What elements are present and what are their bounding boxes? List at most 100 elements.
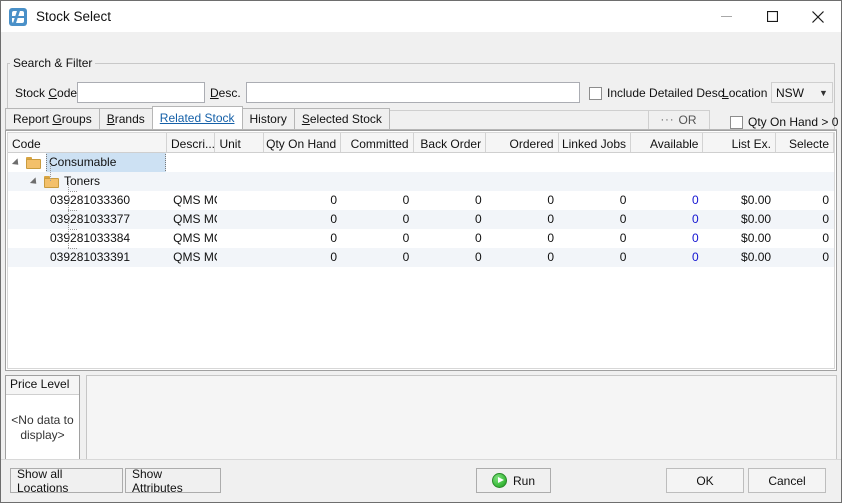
tab-related-stock[interactable]: Related Stock — [151, 106, 243, 129]
cell-empty — [414, 153, 486, 172]
grid-column-header[interactable]: Back Order — [413, 133, 487, 152]
tab-history[interactable]: History — [241, 108, 295, 129]
grid-body: Consumable Toners 039281033360 QMS MC3 UNIT… — [8, 153, 834, 267]
expander-icon[interactable] — [14, 158, 23, 167]
detail-pane — [86, 375, 837, 462]
cell-empty — [704, 172, 776, 191]
item-code: 039281033384 — [50, 231, 131, 245]
grid-column-header[interactable]: Code — [8, 133, 168, 152]
table-row[interactable]: 039281033360 QMS MC3 UNIT 0 0 0 0 0 0 $0.00 0 — [8, 191, 834, 210]
cell-back-order: 0 — [475, 231, 482, 245]
table-row[interactable]: Consumable — [8, 153, 834, 172]
title-bar: Stock Select — [1, 1, 841, 32]
table-row[interactable]: 039281033391 QMS MC3 UNIT 0 0 0 0 0 0 $0.00 0 — [8, 248, 834, 267]
cell-ordered: 0 — [547, 212, 555, 226]
show-attributes-button[interactable]: Show Attributes — [125, 467, 221, 495]
grid-column-header[interactable]: Linked Jobs — [558, 133, 632, 152]
cell-empty — [776, 172, 834, 191]
window-title: Stock Select — [36, 9, 112, 24]
cell-empty — [215, 153, 263, 172]
grid-column-header[interactable]: Committed — [341, 133, 414, 152]
cell-unit — [217, 248, 265, 267]
cell-empty — [342, 172, 414, 191]
cell-description: QMS MC3 UNIT — [173, 231, 216, 245]
grid-column-header[interactable]: Available — [631, 133, 704, 152]
location-select[interactable]: NSW ▼ — [771, 82, 833, 103]
window-controls — [703, 1, 841, 32]
desc-input[interactable] — [246, 82, 580, 103]
cell-empty — [414, 172, 486, 191]
cell-description: QMS MC3 UNIT — [173, 193, 216, 207]
cell-linked-jobs: 0 — [619, 212, 627, 226]
cell-empty — [264, 172, 341, 191]
expander-icon[interactable] — [32, 177, 41, 186]
tab-brands[interactable]: Brands — [98, 108, 153, 129]
tab-label: History — [249, 112, 287, 126]
cell-qty-on-hand: 0 — [330, 193, 338, 207]
tab-selected-stock[interactable]: Selected Stock — [293, 108, 390, 129]
cell-unit — [217, 191, 265, 210]
cell-list-ex: $0.00 — [741, 231, 772, 245]
cell-code: Consumable — [8, 153, 167, 172]
grid-column-header[interactable]: Ordered — [486, 133, 559, 152]
maximize-icon[interactable] — [749, 1, 795, 32]
cell-selected: 0 — [822, 193, 830, 207]
group-label: Consumable — [46, 153, 167, 172]
cell-empty — [631, 172, 703, 191]
tree-connector — [68, 248, 77, 249]
price-level-header: Price Level — [6, 376, 79, 395]
grid-column-header[interactable]: Selecte — [775, 133, 834, 152]
cell-empty — [168, 172, 216, 191]
cell-linked-jobs: 0 — [619, 250, 627, 264]
include-detailed-desc-checkbox[interactable]: Include Detailed Desc — [589, 86, 724, 100]
desc-label: Desc. — [210, 86, 241, 100]
stock-code-input[interactable] — [77, 82, 205, 103]
table-row[interactable]: Toners — [8, 172, 834, 191]
cell-linked-jobs: 0 — [619, 193, 627, 207]
tab-report-groups[interactable]: Report Groups — [5, 108, 100, 129]
cell-back-order: 0 — [475, 193, 482, 207]
grid-column-header[interactable]: Descri... — [167, 133, 216, 152]
grid-column-header[interactable]: Unit — [215, 133, 264, 152]
table-row[interactable]: 039281033377 QMS MC3 UNIT 0 0 0 0 0 0 $0.00 0 — [8, 210, 834, 229]
cell-description: QMS MC3 UNIT — [173, 212, 216, 226]
location-value: NSW — [776, 85, 804, 100]
cell-empty — [264, 153, 341, 172]
cell-committed: 0 — [402, 193, 410, 207]
cell-back-order: 0 — [475, 250, 482, 264]
cell-ordered: 0 — [547, 231, 555, 245]
grid-column-header[interactable]: List Ex. — [703, 133, 776, 152]
cell-list-ex: $0.00 — [741, 250, 772, 264]
cell-list-ex: $0.00 — [741, 212, 772, 226]
search-and-filter-panel: Search & Filter Stock Code Desc. Include… — [1, 32, 841, 137]
grid-column-header[interactable]: Qty On Hand — [263, 133, 342, 152]
price-level-grid[interactable]: Price Level <No data to display> — [5, 375, 80, 462]
cell-selected: 0 — [822, 231, 830, 245]
minimize-icon[interactable] — [703, 1, 749, 32]
related-stock-grid[interactable]: Code Descri... Unit Qty On Hand Committed Bac… — [5, 130, 837, 371]
cell-unit — [217, 229, 265, 248]
close-icon[interactable] — [795, 1, 841, 32]
folder-icon — [26, 156, 41, 169]
cell-available: 0 — [692, 250, 699, 264]
price-level-empty-text: <No data to display> — [11, 413, 74, 442]
search-group-legend: Search & Filter — [10, 56, 96, 70]
cell-empty — [216, 172, 264, 191]
ok-button[interactable]: OK — [666, 468, 744, 493]
table-row[interactable]: 039281033384 QMS MC3 UNIT 0 0 0 0 0 0 $0.00 0 — [8, 229, 834, 248]
cell-available: 0 — [692, 193, 699, 207]
cell-qty-on-hand: 0 — [330, 231, 338, 245]
run-button[interactable]: Run — [476, 468, 551, 493]
tree-connector — [50, 162, 51, 181]
cell-selected: 0 — [822, 212, 830, 226]
show-all-locations-button[interactable]: Show all Locations — [10, 467, 123, 495]
grid-inner: Code Descri... Unit Qty On Hand Committed Bac… — [7, 132, 835, 369]
play-icon — [491, 473, 507, 488]
cell-linked-jobs: 0 — [619, 231, 627, 245]
cell-qty-on-hand: 0 — [330, 250, 338, 264]
cell-empty — [486, 172, 558, 191]
tab-label: Related Stock — [159, 111, 235, 125]
group-label: Toners — [64, 174, 101, 188]
cell-committed: 0 — [402, 250, 410, 264]
cancel-button[interactable]: Cancel — [748, 468, 826, 493]
